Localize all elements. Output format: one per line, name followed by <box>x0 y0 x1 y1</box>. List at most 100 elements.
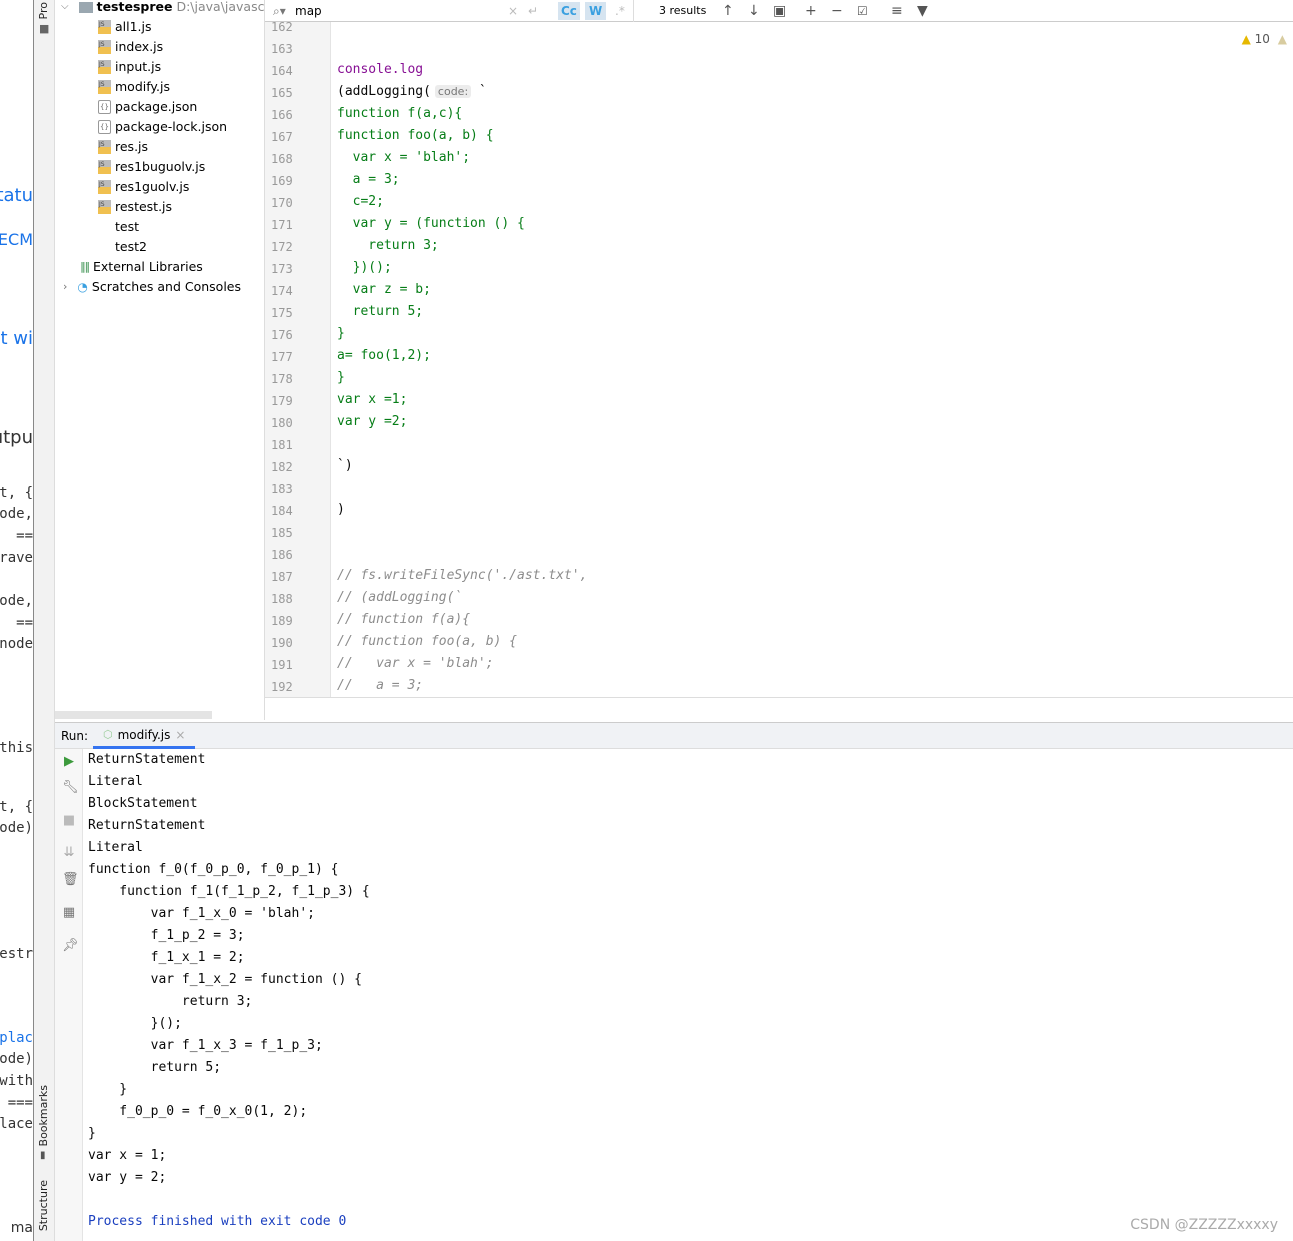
layout-icon[interactable]: ▦ <box>62 905 76 920</box>
regex-toggle[interactable]: .* <box>615 0 625 22</box>
js-file-icon <box>98 15 111 35</box>
file-name: package-lock.json <box>115 119 228 134</box>
inspection-widget[interactable]: ▲ 10 ▲ <box>1242 32 1287 46</box>
tree-file[interactable]: input.js <box>98 55 162 77</box>
whole-words-toggle[interactable]: W <box>585 2 607 20</box>
code-line: var y = (function () { <box>337 216 525 231</box>
scroll-to-end-icon[interactable]: ⇊ <box>62 845 76 860</box>
rerun-icon[interactable]: ▶ <box>62 754 76 769</box>
console-line: return 3; <box>88 994 253 1009</box>
line-number: 185 <box>271 526 293 540</box>
next-occurrence-icon[interactable]: ↓ <box>748 0 760 22</box>
code-line: // fs.writeFileSync('./ast.txt', <box>337 568 587 583</box>
code-text: })(); <box>337 260 392 275</box>
line-number: 171 <box>271 218 293 232</box>
console-line: var f_1_x_0 = 'blah'; <box>88 906 315 921</box>
file-name: index.js <box>115 39 164 54</box>
project-tool-tab[interactable]: Pro <box>37 2 50 19</box>
bookmarks-tool-tab[interactable]: Bookmarks <box>37 1085 50 1146</box>
console-line: return 5; <box>88 1060 222 1075</box>
filter-lines-icon[interactable]: ≡ <box>891 0 903 22</box>
chevron-down-icon[interactable]: ⌵ <box>61 0 69 17</box>
line-number: 170 <box>271 196 293 210</box>
horizontal-scrollbar[interactable] <box>55 711 212 719</box>
file-name: res1guolv.js <box>115 179 190 194</box>
tree-file[interactable]: modify.js <box>98 75 170 97</box>
previous-occurrence-icon[interactable]: ↑ <box>722 0 734 22</box>
background-text: place <box>0 1116 33 1132</box>
close-tab-icon[interactable]: × <box>175 728 185 742</box>
remove-occurrence-icon[interactable]: − <box>831 0 843 22</box>
line-number: 192 <box>271 680 293 694</box>
file-name: res.js <box>115 139 149 154</box>
tree-file[interactable]: res1guolv.js <box>98 175 190 197</box>
line-number: 180 <box>271 416 293 430</box>
tree-file[interactable]: index.js <box>98 35 164 57</box>
code-text: } <box>337 370 345 385</box>
bookmark-icon: ▮ <box>40 1150 46 1161</box>
code-line: a= foo(1,2); <box>337 348 431 363</box>
tree-file[interactable]: res.js <box>98 135 149 157</box>
file-name: modify.js <box>115 79 170 94</box>
clear-icon[interactable]: × <box>508 0 518 22</box>
pin-icon[interactable]: 📌︎ <box>62 938 79 953</box>
tree-file[interactable]: all1.js <box>98 15 152 37</box>
background-text: === <box>7 1095 33 1111</box>
line-number: 164 <box>271 64 293 78</box>
filter-icon[interactable]: ▼ <box>917 0 928 22</box>
parameter-hint: code: <box>434 85 472 98</box>
code-line: // function foo(a, b) { <box>337 634 517 649</box>
code-editor[interactable]: 162 163 164 165 166 167 168 169 170 171 172 173 174 1… <box>265 22 1293 698</box>
divider <box>633 0 634 22</box>
tree-file[interactable]: {} package-lock.json <box>98 117 227 137</box>
code-text: ` <box>471 84 487 99</box>
folder-icon: ■ <box>39 22 50 35</box>
background-text: tatu <box>0 185 33 206</box>
text-file-icon <box>98 220 111 234</box>
background-text: utpu <box>0 427 33 448</box>
code-text: function foo(a, b) { <box>337 128 494 143</box>
code-text: // var x = 'blah'; <box>337 656 494 671</box>
code-line: // var x = 'blah'; <box>337 656 494 671</box>
tree-scratches[interactable]: › ◔ Scratches and Consoles <box>63 277 241 297</box>
newline-icon[interactable]: ↵ <box>528 0 538 22</box>
toggle-selection-icon[interactable]: ☑ <box>857 0 868 22</box>
tree-file[interactable]: test2 <box>98 237 147 257</box>
line-number: 168 <box>271 152 293 166</box>
stop-icon[interactable]: ■ <box>62 813 76 828</box>
console-line: Literal <box>88 774 143 789</box>
folder-icon <box>78 1 93 13</box>
line-number: 179 <box>271 394 293 408</box>
code-text: // a = 3; <box>337 678 424 693</box>
tree-file[interactable]: {} package.json <box>98 97 197 117</box>
console-line: Literal <box>88 840 143 855</box>
run-tab-modify[interactable]: ⬡ modify.js × <box>93 723 196 749</box>
scratches-icon: ◔ <box>77 280 88 294</box>
file-name: input.js <box>115 59 162 74</box>
tree-file[interactable]: test <box>98 217 139 237</box>
line-number: 172 <box>271 240 293 254</box>
code-text: a= foo(1,2); <box>337 348 431 363</box>
console-line: }(); <box>88 1016 182 1031</box>
library-icon: ‖‖ <box>80 260 90 273</box>
select-all-occurrences-icon[interactable]: ▣ <box>773 0 786 22</box>
js-file-icon <box>98 55 111 75</box>
trash-icon[interactable]: 🗑︎ <box>62 872 79 887</box>
add-occurrence-icon[interactable]: + <box>805 0 817 22</box>
code-text: var x = 'blah'; <box>337 150 471 165</box>
wrench-icon[interactable]: 🔧︎ <box>62 780 79 795</box>
tree-root[interactable]: ⌵ testespree D:\java\javascript <box>61 0 286 17</box>
search-input[interactable]: map <box>295 0 322 22</box>
structure-tool-tab[interactable]: Structure <box>37 1180 50 1231</box>
tree-file[interactable]: restest.js <box>98 195 172 217</box>
match-case-toggle[interactable]: Cc <box>558 2 580 20</box>
line-number: 166 <box>271 108 293 122</box>
code-text: `) <box>337 458 353 473</box>
chevron-right-icon[interactable]: › <box>63 277 67 297</box>
left-tool-strip: Pro ■ Bookmarks ▮ Structure <box>33 0 55 1241</box>
tree-file[interactable]: res1buguolv.js <box>98 155 206 177</box>
file-name: res1buguolv.js <box>115 159 206 174</box>
file-name: all1.js <box>115 19 152 34</box>
tree-external-libraries[interactable]: ‖‖ External Libraries <box>80 257 203 277</box>
code-line: `) <box>337 458 353 473</box>
